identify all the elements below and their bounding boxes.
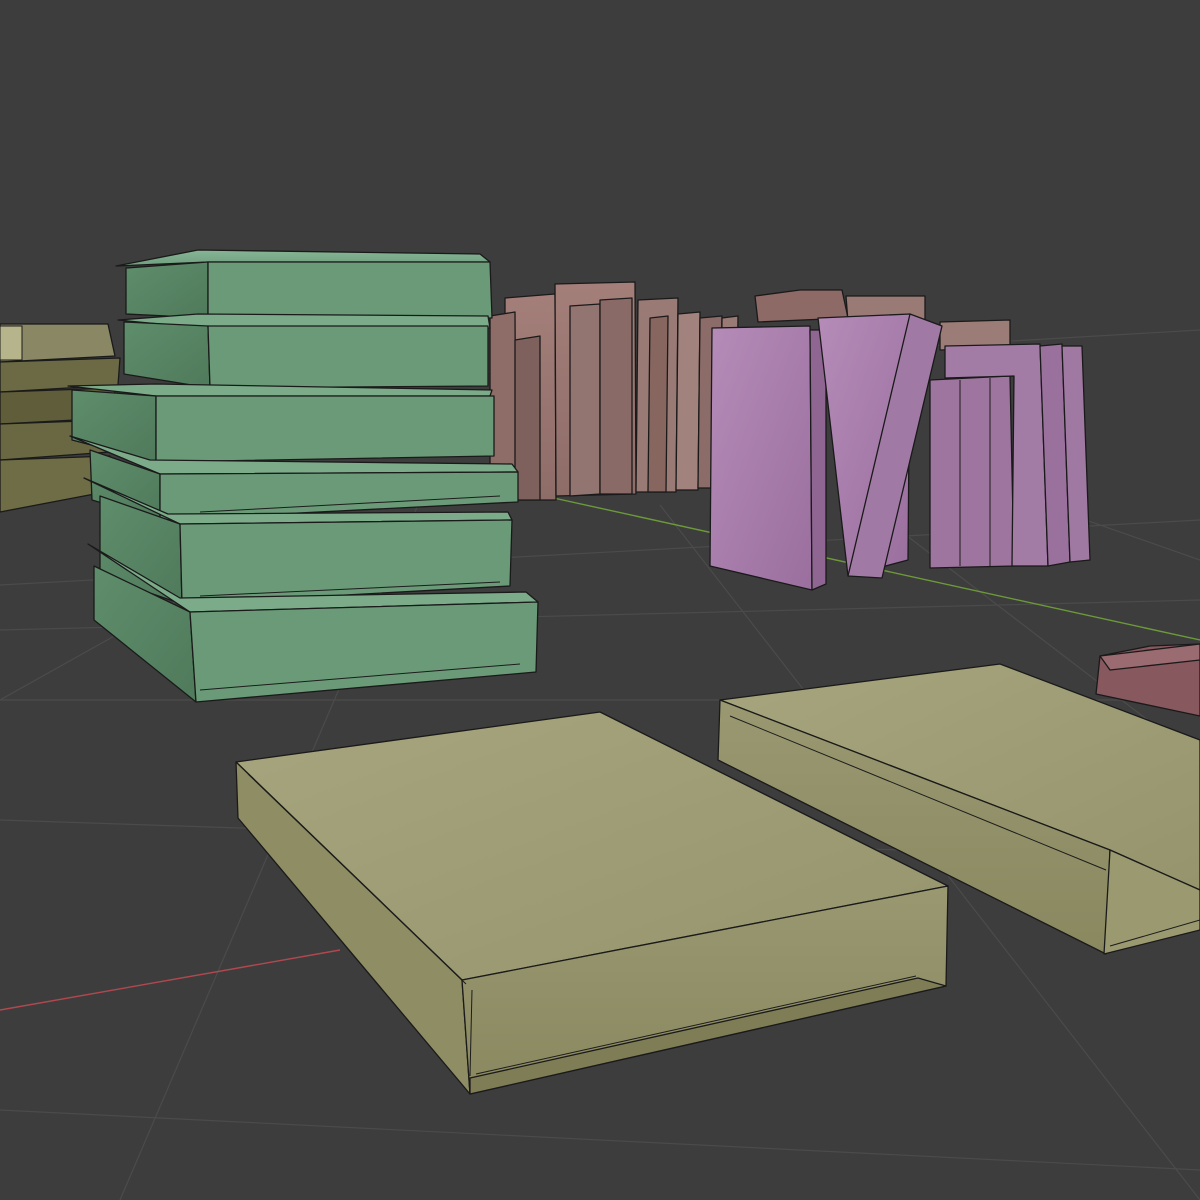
green-book-stack [67,249,539,703]
red-book-edge [1095,643,1200,717]
purple-book-row [709,313,1091,591]
x-axis-line [0,949,341,1011]
3d-viewport[interactable] [0,0,1200,1200]
viewport-scene [0,249,1200,1200]
